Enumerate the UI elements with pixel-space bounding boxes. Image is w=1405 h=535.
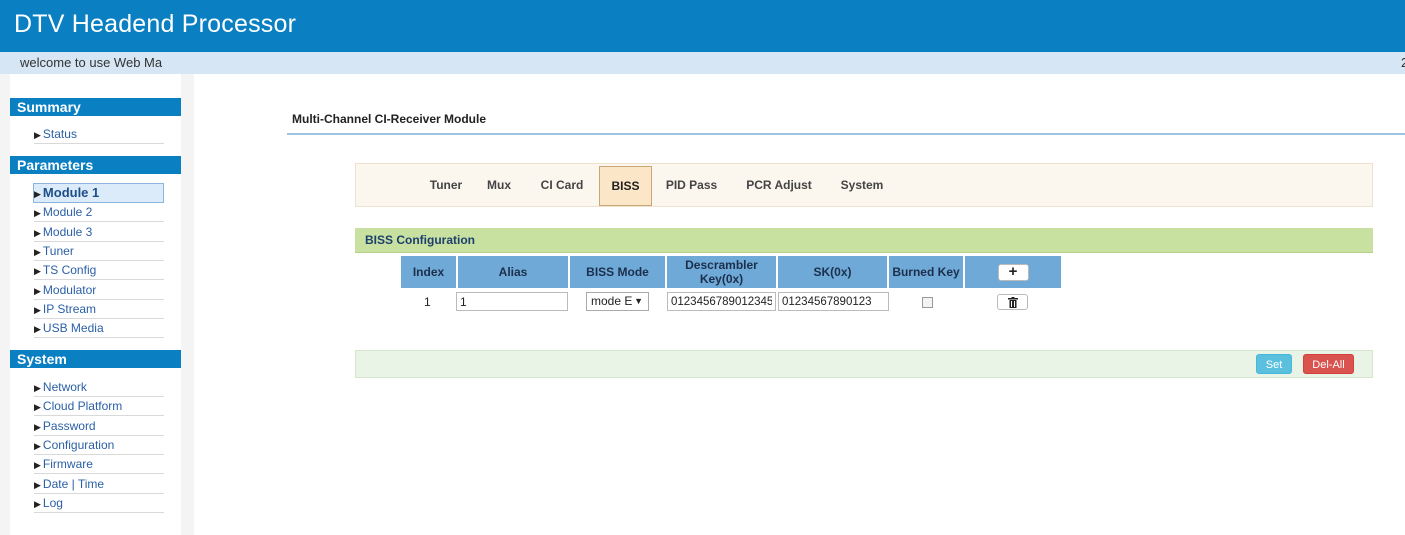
sidebar-section-system: System — [10, 350, 181, 368]
tab-bar: Tuner Mux CI Card BISS PID Pass PCR Adju… — [355, 163, 1373, 207]
column-header-index: Index — [401, 256, 456, 288]
triangle-right-icon: ▶ — [34, 441, 41, 451]
sidebar-section-summary: Summary — [10, 98, 181, 116]
sidebar-item-module-1[interactable]: ▶ Module 1 — [33, 183, 164, 203]
sidebar-item-password[interactable]: ▶ Password — [34, 418, 164, 436]
sidebar-item-network[interactable]: ▶ Network — [34, 379, 164, 397]
sidebar-item-label: Date | Time — [42, 477, 105, 491]
sidebar-item-label: Tuner — [42, 244, 74, 258]
sidebar-item-firmware[interactable]: ▶ Firmware — [34, 456, 164, 474]
triangle-right-icon: ▶ — [34, 266, 41, 276]
sidebar-item-cloud-platform[interactable]: ▶ Cloud Platform — [34, 398, 164, 416]
app-header: DTV Headend Processor — [0, 0, 1405, 52]
caret-down-icon: ▼ — [634, 296, 643, 306]
biss-mode-value: mode E — [591, 294, 633, 308]
triangle-right-icon: ▶ — [34, 480, 41, 490]
tab-mux[interactable]: Mux — [484, 164, 514, 206]
sidebar-item-module-3[interactable]: ▶ Module 3 — [34, 224, 164, 242]
column-header-alias: Alias — [458, 256, 568, 288]
tab-tuner[interactable]: Tuner — [427, 164, 465, 206]
sidebar-item-label: Cloud Platform — [42, 399, 123, 413]
action-bar — [355, 350, 1373, 378]
welcome-right-text: 2 — [1401, 55, 1405, 70]
sidebar-item-date-time[interactable]: ▶ Date | Time — [34, 476, 164, 494]
sidebar-item-label: Password — [42, 419, 96, 433]
triangle-right-icon: ▶ — [34, 402, 41, 412]
sidebar-item-status[interactable]: ▶ Status — [34, 126, 164, 144]
sidebar-item-label: Configuration — [42, 438, 115, 452]
burned-key-checkbox[interactable] — [922, 297, 933, 308]
triangle-right-icon: ▶ — [34, 499, 41, 509]
triangle-right-icon: ▶ — [34, 247, 41, 257]
sidebar-section-parameters: Parameters — [10, 156, 181, 174]
triangle-right-icon: ▶ — [34, 305, 41, 315]
biss-config-header: BISS Configuration — [355, 228, 1373, 253]
triangle-right-icon: ▶ — [34, 383, 41, 393]
sidebar-item-label: Log — [42, 496, 63, 510]
row-index: 1 — [424, 295, 431, 309]
triangle-right-icon: ▶ — [34, 460, 41, 470]
page-title: Multi-Channel CI-Receiver Module — [292, 112, 487, 126]
plus-icon[interactable]: + — [997, 263, 1029, 281]
tab-ci-card[interactable]: CI Card — [537, 164, 587, 206]
column-header-sk: SK(0x) — [778, 256, 887, 288]
column-header-biss-mode: BISS Mode — [570, 256, 665, 288]
sidebar-item-label: Module 3 — [42, 225, 93, 239]
sidebar-item-ip-stream[interactable]: ▶ IP Stream — [34, 301, 164, 319]
triangle-right-icon: ▶ — [34, 422, 41, 432]
biss-mode-select[interactable]: mode E ▼ — [586, 292, 649, 311]
sk-input[interactable] — [778, 292, 889, 311]
sidebar-item-label: TS Config — [42, 263, 97, 277]
sidebar-item-modulator[interactable]: ▶ Modulator — [34, 282, 164, 300]
sidebar-item-configuration[interactable]: ▶ Configuration — [34, 437, 164, 455]
trash-icon — [1007, 297, 1018, 308]
del-all-button[interactable]: Del-All — [1303, 354, 1354, 374]
set-button[interactable]: Set — [1256, 354, 1292, 374]
title-divider — [287, 133, 1405, 135]
app-title: DTV Headend Processor — [14, 10, 297, 38]
alias-input[interactable] — [456, 292, 568, 311]
sidebar-item-label: Module 2 — [42, 205, 93, 219]
sidebar-item-log[interactable]: ▶ Log — [34, 495, 164, 513]
sidebar-item-label: Network — [42, 380, 87, 394]
triangle-right-icon: ▶ — [34, 286, 41, 296]
biss-config-title: BISS Configuration — [365, 233, 475, 247]
tab-system[interactable]: System — [838, 164, 886, 206]
triangle-right-icon: ▶ — [34, 228, 41, 238]
sidebar-item-label: USB Media — [42, 321, 104, 335]
descrambler-key-input[interactable] — [667, 292, 776, 311]
tab-biss[interactable]: BISS — [599, 166, 652, 206]
sidebar-item-label: Module 1 — [42, 185, 100, 200]
sidebar-item-label: Firmware — [42, 457, 93, 471]
triangle-right-icon: ▶ — [34, 130, 41, 140]
triangle-right-icon: ▶ — [34, 208, 41, 218]
column-header-burned-key: Burned Key — [889, 256, 963, 288]
sidebar-item-module-2[interactable]: ▶ Module 2 — [34, 204, 164, 222]
sidebar-item-ts-config[interactable]: ▶ TS Config — [34, 262, 164, 280]
column-header-descrambler-key: Descrambler Key(0x) — [667, 256, 776, 288]
sidebar-item-label: Modulator — [42, 283, 97, 297]
tab-pid-pass[interactable]: PID Pass — [665, 164, 718, 206]
column-header-add: + — [965, 256, 1061, 288]
welcome-bar: welcome to use Web Ma 2 — [0, 52, 1405, 74]
sidebar-item-usb-media[interactable]: ▶ USB Media — [34, 320, 164, 338]
sidebar-item-tuner[interactable]: ▶ Tuner — [34, 243, 164, 261]
triangle-right-icon: ▶ — [34, 324, 41, 334]
tab-pcr-adjust[interactable]: PCR Adjust — [743, 164, 815, 206]
sidebar-item-label: Status — [42, 127, 77, 141]
triangle-right-icon: ▶ — [34, 189, 41, 199]
delete-row-button[interactable] — [997, 294, 1028, 310]
welcome-text: welcome to use Web Ma — [20, 55, 163, 70]
sidebar-item-label: IP Stream — [42, 302, 97, 316]
